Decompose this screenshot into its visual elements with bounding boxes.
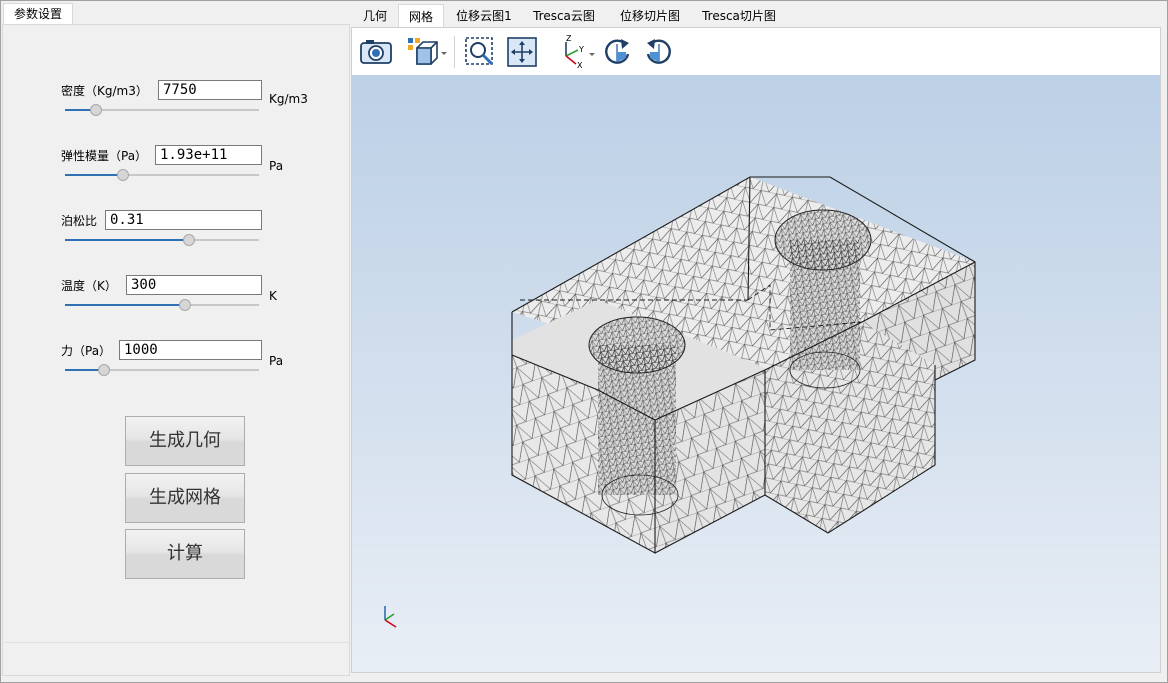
modulus-input[interactable] [155,145,262,165]
axis-x-label: X [577,61,583,70]
slider-fill [65,239,190,241]
slider-thumb[interactable] [90,104,103,116]
tab-geometry[interactable]: 几何 [356,4,394,28]
modulus-slider[interactable] [65,169,259,181]
tab-tresca-contour[interactable]: Tresca云图 [528,4,600,28]
tab-parameter-settings[interactable]: 参数设置 [3,3,73,25]
rotate-ccw-icon[interactable] [641,34,677,70]
force-param: 力（Pa） Pa [3,340,351,401]
mesh-model [384,176,976,628]
axis-orientation-icon[interactable]: Z Y X [554,34,596,70]
density-unit: Kg/m3 [269,92,308,106]
tab-displacement-slice[interactable]: 位移切片图 [614,4,686,28]
tab-mesh[interactable]: 网格 [398,4,444,28]
slider-thumb[interactable] [183,234,196,246]
viewer-toolbar: Z Y X [352,28,1160,75]
modulus-unit: Pa [269,159,284,173]
density-input[interactable] [158,80,262,100]
force-label: 力（Pa） [61,344,112,358]
slider-thumb[interactable] [97,364,110,376]
temperature-input[interactable] [126,275,262,295]
force-input[interactable] [119,340,262,360]
tab-tresca-slice[interactable]: Tresca切片图 [698,4,780,28]
axis-y-label: Y [578,45,584,54]
poisson-input[interactable] [105,210,262,230]
axis-z-label: Z [566,34,572,43]
camera-icon[interactable] [358,34,394,70]
parameter-panel: 密度（Kg/m3） Kg/m3 弹性模量（Pa） Pa 泊松比 温度（K） K [2,24,350,676]
force-unit: Pa [269,354,284,368]
temperature-label: 温度（K） [61,279,117,293]
density-label: 密度（Kg/m3） [61,84,148,98]
3d-viewport[interactable] [352,75,1160,672]
generate-geometry-button[interactable]: 生成几何 [125,416,245,466]
slider-fill [65,304,186,306]
left-tabbar: 参数设置 [0,0,350,25]
temperature-unit: K [269,289,277,303]
generate-mesh-button[interactable]: 生成网格 [125,473,245,523]
toolbar-separator [454,36,455,68]
rotate-cw-icon[interactable] [599,34,635,70]
modulus-label: 弹性模量（Pa） [61,149,148,163]
density-param: 密度（Kg/m3） Kg/m3 [3,80,351,141]
view-cube-icon[interactable] [406,34,447,70]
tab-displacement-contour[interactable]: 位移云图1 [450,4,518,28]
poisson-slider[interactable] [65,234,259,246]
slider-thumb[interactable] [117,169,130,181]
temperature-slider[interactable] [65,299,259,311]
slider-thumb[interactable] [179,299,192,311]
force-slider[interactable] [65,364,259,376]
panel-divider [4,642,349,643]
poisson-param: 泊松比 [3,210,351,271]
poisson-label: 泊松比 [61,214,98,228]
temperature-param: 温度（K） K [3,275,351,336]
density-slider[interactable] [65,104,259,116]
view-tabbar: 几何 网格 位移云图1 Tresca云图 位移切片图 Tresca切片图 [352,4,1164,28]
slider-fill [65,174,124,176]
zoom-box-icon[interactable] [462,34,498,70]
axis-triad [384,606,397,628]
fit-view-icon[interactable] [504,34,540,70]
compute-button[interactable]: 计算 [125,529,245,579]
modulus-param: 弹性模量（Pa） Pa [3,145,351,206]
